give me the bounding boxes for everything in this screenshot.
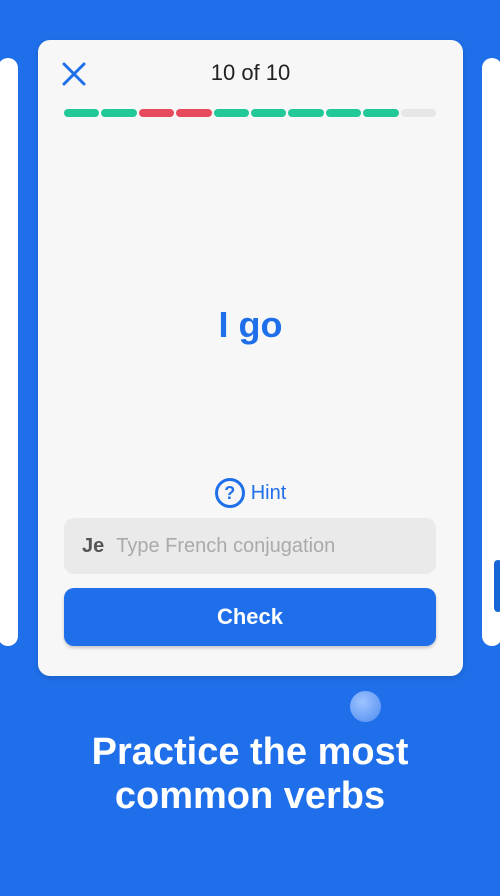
progress-segment-10 [400,109,437,117]
progress-segment-7 [288,109,324,117]
progress-segment-2 [101,109,137,117]
tagline: Practice the most common verbs [0,730,500,818]
question-counter: 10 of 10 [210,60,291,85]
next-card-edge [482,58,500,646]
page-indicator-dot [350,691,381,722]
progress-bar [64,109,437,117]
hint-button[interactable]: ? Hint [38,478,463,508]
tagline-line-2: common verbs [114,775,386,817]
check-button[interactable]: Check [64,588,436,646]
tagline-line-1: Practice the most [91,731,409,773]
progress-segment-6 [251,109,287,117]
pronoun-label: Je [82,534,105,557]
progress-segment-4 [176,109,212,117]
conjugation-input[interactable] [116,534,436,558]
answer-field[interactable]: Je [64,518,436,574]
progress-segment-3 [138,109,175,117]
progress-segment-8 [325,109,362,117]
prompt-text: I go [218,304,283,345]
progress-segment-1 [64,109,100,117]
hint-label: Hint [250,481,287,504]
progress-segment-9 [363,109,399,117]
help-icon: ? [214,478,245,508]
progress-segment-5 [213,109,250,117]
previous-card-edge [0,58,18,646]
next-card-tab [494,560,500,612]
flashcard: 10 of 10 I go ? Hint Je Check [38,40,463,676]
